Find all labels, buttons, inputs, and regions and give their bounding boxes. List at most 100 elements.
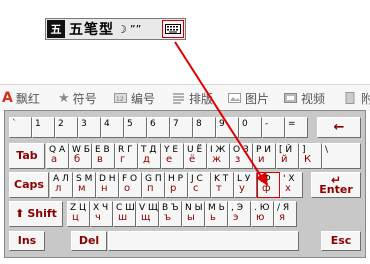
logo-a-icon: A bbox=[2, 90, 13, 106]
key-period[interactable]: . Юю bbox=[251, 201, 274, 227]
key-cyrillic: е bbox=[166, 154, 173, 165]
key-r[interactable]: R Гг bbox=[115, 143, 138, 169]
key-label: - bbox=[265, 119, 269, 129]
key-label: Shift bbox=[27, 207, 57, 220]
key-n[interactable]: N Ыы bbox=[182, 201, 205, 227]
esc-key[interactable]: Esc bbox=[321, 231, 361, 251]
punctuation-icon[interactable]: ”” bbox=[130, 21, 141, 37]
key-cyrillic: г bbox=[120, 154, 126, 165]
key-v[interactable]: V Щщ bbox=[136, 201, 159, 227]
key-m[interactable]: M Ьь bbox=[205, 201, 228, 227]
key-minus[interactable]: - bbox=[262, 117, 285, 138]
key-equals[interactable]: = bbox=[285, 117, 308, 138]
key-cyrillic: з bbox=[235, 154, 241, 165]
key-g[interactable]: G Пп bbox=[142, 172, 165, 198]
key-x[interactable]: X Чч bbox=[90, 201, 113, 227]
toolbar-item-video[interactable]: 视频 bbox=[284, 89, 325, 107]
key-right-bracket[interactable]: ] К bbox=[299, 143, 322, 169]
key-cyrillic: ё bbox=[189, 154, 196, 165]
enter-key[interactable]: ↵ Enter bbox=[311, 172, 361, 198]
key-cyrillic: э bbox=[233, 212, 239, 223]
toolbar-item-attachment[interactable]: 附 bbox=[344, 89, 370, 107]
key-label: 4 bbox=[104, 119, 110, 129]
key-t[interactable]: T Дд bbox=[138, 143, 161, 169]
key-4[interactable]: 4 bbox=[101, 117, 124, 138]
shift-key[interactable]: ⬆ Shift bbox=[9, 201, 63, 227]
input-method-name[interactable]: 五笔型 bbox=[69, 19, 114, 39]
key-comma[interactable]: , Ээ bbox=[228, 201, 251, 227]
key-left-bracket[interactable]: [ Йй bbox=[276, 143, 299, 169]
key-label: 5 bbox=[127, 119, 133, 129]
key-3[interactable]: 3 bbox=[78, 117, 101, 138]
soft-keyboard: ` 1 2 3 4 5 6 7 8 9 0 - = ← Tab Q Аа W Б… bbox=[4, 110, 366, 258]
key-label: \ bbox=[325, 145, 329, 155]
key-e[interactable]: E Вв bbox=[92, 143, 115, 169]
key-label: ` bbox=[12, 119, 17, 129]
tab-key[interactable]: Tab bbox=[9, 143, 45, 169]
toolbar-item-numbering[interactable]: 12 编号 bbox=[114, 89, 155, 107]
key-h[interactable]: H Рр bbox=[165, 172, 188, 198]
key-p[interactable]: P Ии bbox=[253, 143, 276, 169]
key-cyrillic: п bbox=[147, 183, 154, 194]
key-o[interactable]: O Зз bbox=[230, 143, 253, 169]
key-label: Tab bbox=[16, 149, 38, 162]
key-cyrillic: м bbox=[78, 183, 86, 194]
key-b[interactable]: B Ъъ bbox=[159, 201, 182, 227]
key-w[interactable]: W Бб bbox=[69, 143, 92, 169]
key-7[interactable]: 7 bbox=[170, 117, 193, 138]
key-y[interactable]: Y Ее bbox=[161, 143, 184, 169]
key-backtick[interactable]: ` bbox=[9, 117, 32, 138]
toolbar-item-image[interactable]: 图片 bbox=[228, 89, 269, 107]
key-5[interactable]: 5 bbox=[124, 117, 147, 138]
key-6[interactable]: 6 bbox=[147, 117, 170, 138]
key-cyrillic: о bbox=[124, 183, 131, 194]
key-f[interactable]: F Оо bbox=[119, 172, 142, 198]
key-label: = bbox=[288, 119, 296, 129]
backspace-key[interactable]: ← bbox=[317, 117, 361, 138]
key-k[interactable]: K Тт bbox=[211, 172, 234, 198]
caps-key[interactable]: Caps bbox=[9, 172, 49, 198]
key-label: Esc bbox=[330, 234, 352, 247]
moon-icon[interactable]: ☽ bbox=[117, 21, 127, 37]
key-9[interactable]: 9 bbox=[216, 117, 239, 138]
key-backslash[interactable]: \ bbox=[322, 143, 361, 169]
key-cyrillic: н bbox=[101, 183, 108, 194]
toolbar-item-layout[interactable]: 排版 bbox=[172, 89, 213, 107]
key-cyrillic: ц bbox=[72, 212, 79, 223]
key-label: 3 bbox=[81, 119, 87, 129]
key-0[interactable]: 0 bbox=[239, 117, 262, 138]
key-cyrillic: л bbox=[55, 183, 62, 194]
del-key[interactable]: Del bbox=[71, 231, 107, 251]
video-icon bbox=[284, 93, 297, 103]
key-i[interactable]: I Жж bbox=[207, 143, 230, 169]
key-z[interactable]: Z Цц bbox=[67, 201, 90, 227]
key-c[interactable]: C Шш bbox=[113, 201, 136, 227]
key-2[interactable]: 2 bbox=[55, 117, 78, 138]
key-quote[interactable]: ' Xх bbox=[280, 172, 303, 198]
soft-keyboard-icon[interactable] bbox=[162, 20, 184, 38]
key-j[interactable]: J Сс bbox=[188, 172, 211, 198]
svg-text:12: 12 bbox=[116, 96, 124, 103]
ime-logo-icon[interactable]: 五 bbox=[47, 20, 65, 38]
key-label: 7 bbox=[173, 119, 179, 129]
key-semicolon-ef[interactable]: ;Ф ф bbox=[257, 172, 280, 198]
key-1[interactable]: 1 bbox=[32, 117, 55, 138]
key-q[interactable]: Q Аа bbox=[46, 143, 69, 169]
space-key[interactable] bbox=[108, 231, 299, 251]
key-8[interactable]: 8 bbox=[193, 117, 216, 138]
toolbar-item-piaohong[interactable]: A 飘红 bbox=[2, 89, 40, 107]
key-a[interactable]: A Лл bbox=[50, 172, 73, 198]
key-cyrillic: у bbox=[239, 183, 245, 194]
key-slash[interactable]: / Яя bbox=[274, 201, 297, 227]
key-label: 1 bbox=[35, 119, 41, 129]
key-cyrillic: ф bbox=[262, 183, 271, 194]
key-d[interactable]: D Нн bbox=[96, 172, 119, 198]
toolbar-item-symbol[interactable]: ★ 符号 bbox=[58, 89, 97, 107]
key-s[interactable]: S Мм bbox=[73, 172, 96, 198]
key-cyrillic: ь bbox=[210, 212, 216, 223]
key-u[interactable]: U Ёё bbox=[184, 143, 207, 169]
toolbar-label: 排版 bbox=[189, 91, 214, 106]
key-cyrillic: д bbox=[143, 154, 150, 165]
ins-key[interactable]: Ins bbox=[9, 231, 45, 251]
key-l[interactable]: L Уу bbox=[234, 172, 257, 198]
